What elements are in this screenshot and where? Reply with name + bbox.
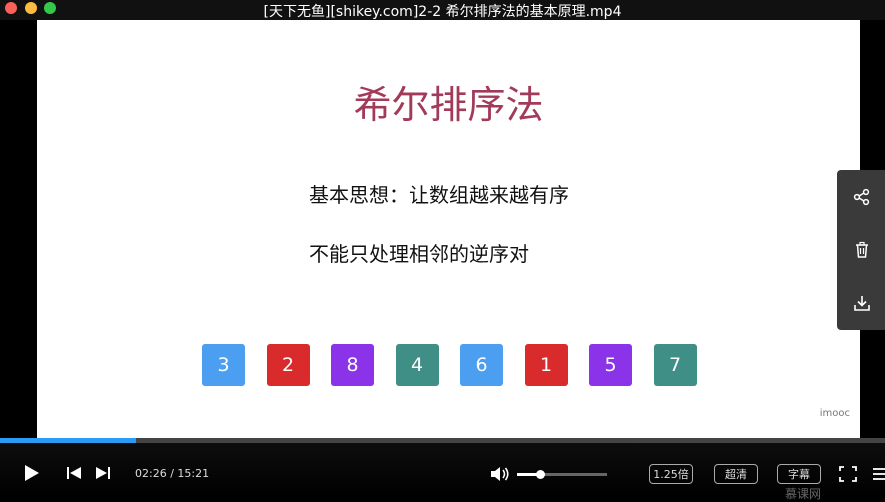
share-icon[interactable] xyxy=(853,188,871,206)
slide-title: 希尔排序法 xyxy=(353,83,544,127)
window-titlebar: [天下无鱼][shikey.com]2-2 希尔排序法的基本原理.mp4 xyxy=(0,0,885,20)
array-cell: 6 xyxy=(460,344,503,386)
next-icon[interactable] xyxy=(95,466,111,480)
fullscreen-icon[interactable] xyxy=(839,466,857,482)
slide-line-note: 不能只处理相邻的逆序对 xyxy=(309,242,529,266)
time-display: 02:26 / 15:21 xyxy=(135,467,210,480)
side-action-panel xyxy=(837,170,885,330)
window-title: [天下无鱼][shikey.com]2-2 希尔排序法的基本原理.mp4 xyxy=(263,4,622,20)
array-cell: 4 xyxy=(395,344,439,386)
playlist-icon[interactable] xyxy=(871,466,885,482)
previous-icon[interactable] xyxy=(66,466,82,480)
imooc-watermark: imooc xyxy=(819,408,850,419)
array-cell: 8 xyxy=(331,344,374,386)
trash-icon[interactable] xyxy=(853,241,871,259)
subtitle-button[interactable]: 字幕 xyxy=(777,464,821,484)
video-frame[interactable]: 希尔排序法 基本思想：让数组越来越有序 不能只处理相邻的逆序对 32846157… xyxy=(37,20,860,444)
array-cell: 3 xyxy=(202,344,245,386)
brand-logo: 慕课网 xyxy=(785,487,822,501)
slide-line-idea: 基本思想：让数组越来越有序 xyxy=(309,183,569,207)
quality-button[interactable]: 超清 xyxy=(714,464,758,484)
array-cell: 7 xyxy=(653,344,697,386)
speed-button[interactable]: 1.25倍 xyxy=(649,464,693,484)
download-icon[interactable] xyxy=(853,294,871,312)
play-icon[interactable] xyxy=(24,464,40,482)
volume-icon[interactable] xyxy=(490,465,510,483)
array-cell: 5 xyxy=(589,344,632,386)
array-cell: 2 xyxy=(266,344,310,386)
array-cell: 1 xyxy=(524,344,568,386)
